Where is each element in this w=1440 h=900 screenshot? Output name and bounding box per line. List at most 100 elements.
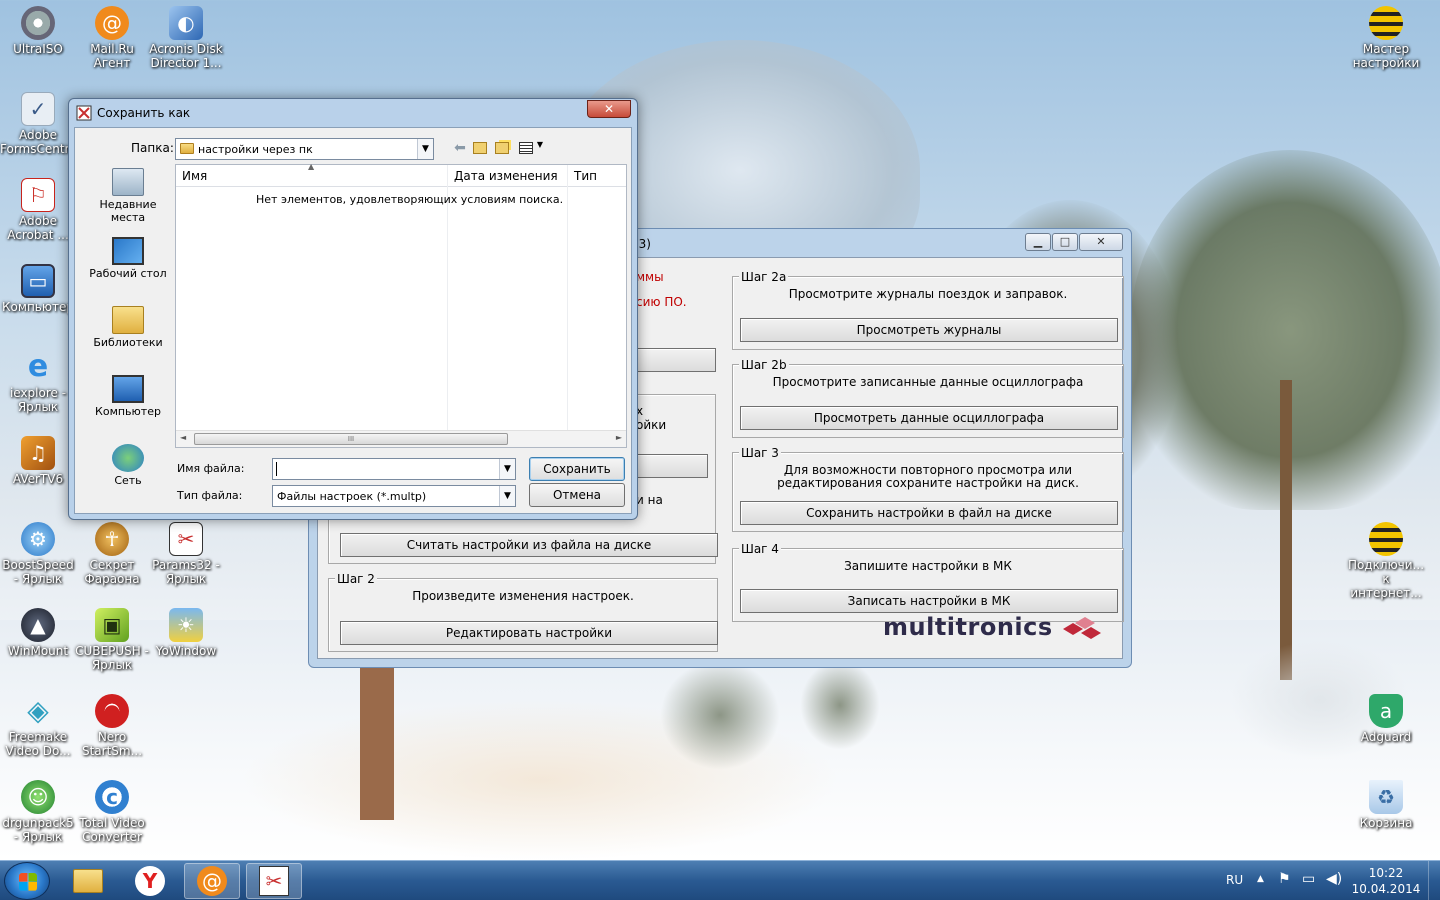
- file-list-header: Имя ▲ Дата изменения Тип: [176, 162, 626, 187]
- volume-icon[interactable]: ◀): [1326, 871, 1342, 887]
- internet-explorer-icon: e: [27, 349, 49, 384]
- taskbar-explorer[interactable]: [60, 863, 116, 899]
- column-type[interactable]: Тип: [574, 169, 597, 183]
- desktop-icon-iexplore[interactable]: e iexplore - Ярлык: [0, 349, 76, 415]
- taskbar-mailru-agent[interactable]: @: [184, 863, 240, 899]
- folder-label: Папка:: [131, 141, 174, 155]
- multitronics-logo: multitronics: [883, 613, 1053, 641]
- desktop-icon-adobe-acrobat[interactable]: ⚐ Adobe Acrobat ...: [0, 178, 76, 242]
- winmount-icon: ▲: [21, 608, 55, 642]
- desktop-icon-beeline-connect[interactable]: Подключи... к интернет...: [1348, 522, 1424, 600]
- filetype-label: Тип файла:: [177, 489, 243, 502]
- filetype-select[interactable]: Файлы настроек (*.multp) ▼: [272, 485, 516, 507]
- folder-icon: [73, 869, 103, 893]
- action-center-flag-icon[interactable]: ⚑: [1278, 871, 1291, 887]
- write-settings-to-mk-button[interactable]: Записать настройки в МК: [740, 589, 1118, 613]
- desktop-icon-recycle-bin[interactable]: ♻ Корзина: [1348, 780, 1424, 830]
- desktop-icon-pharaoh[interactable]: ☥ Секрет Фараона: [74, 522, 150, 586]
- chevron-down-icon: ▼: [417, 139, 433, 159]
- place-libraries[interactable]: Библиотеки: [83, 306, 173, 371]
- desktop-icon-mailru-agent[interactable]: @ Mail.Ru Агент: [74, 6, 150, 70]
- horizontal-scrollbar[interactable]: ◄ III ►: [176, 430, 626, 447]
- step0-partial-button[interactable]: [636, 348, 716, 372]
- step1-warning-line1: ммы: [636, 270, 664, 284]
- step2a-title: Шаг 2a: [739, 270, 789, 284]
- desktop-icon-boostspeed[interactable]: ⚙ BoostSpeed - Ярлык: [0, 522, 76, 586]
- minimize-button[interactable]: ▁: [1025, 233, 1051, 251]
- filename-input[interactable]: ▼: [272, 458, 516, 480]
- show-hidden-icons-button[interactable]: ▲: [1257, 874, 1264, 884]
- clock-date: 10.04.2014: [1351, 882, 1421, 896]
- column-name[interactable]: Имя: [182, 169, 207, 183]
- desktop-icon-computer[interactable]: ▭ Компьютер: [0, 264, 76, 314]
- yowindow-icon: ☀: [169, 608, 203, 642]
- network-status-icon[interactable]: ▭: [1302, 871, 1315, 887]
- save-settings-to-file-button[interactable]: Сохранить настройки в файл на диске: [740, 501, 1118, 525]
- place-network[interactable]: Сеть: [83, 444, 173, 509]
- desktop-icon-freemake[interactable]: ◈ Freemake Video Do...: [0, 694, 76, 759]
- save-as-dialog: Сохранить как ✕ Папка: настройки через п…: [68, 98, 638, 520]
- minimize-icon: ▁: [1033, 235, 1043, 248]
- view-menu-button[interactable]: ▼: [519, 140, 547, 158]
- folder-combo-value: настройки через пк: [198, 143, 313, 156]
- taskbar-yandex[interactable]: Y: [122, 863, 178, 899]
- desktop-icon-adguard[interactable]: a Adguard: [1348, 694, 1424, 744]
- back-button[interactable]: ⬅: [451, 140, 469, 158]
- view-oscilloscope-button[interactable]: Просмотреть данные осциллографа: [740, 406, 1118, 430]
- place-desktop[interactable]: Рабочий стол: [83, 237, 173, 302]
- desktop-icon-avertv[interactable]: ♫ AVerTV6: [0, 436, 76, 486]
- desktop-icon-drgunpack[interactable]: ☺ drgunpack5 - Ярлык: [0, 780, 76, 844]
- dialog-title: Сохранить как: [97, 106, 191, 120]
- new-folder-button[interactable]: [495, 140, 513, 158]
- step2-text: Произведите изменения настроек.: [412, 589, 634, 603]
- view-logs-button[interactable]: Просмотреть журналы: [740, 318, 1118, 342]
- step1-partial-button[interactable]: [636, 454, 708, 478]
- start-button[interactable]: [4, 862, 50, 900]
- dialog-close-button[interactable]: ✕: [587, 100, 631, 118]
- column-date-modified[interactable]: Дата изменения: [454, 169, 558, 183]
- step1-warning-line2: сию ПО.: [636, 295, 687, 309]
- show-desktop-button[interactable]: [1428, 861, 1440, 900]
- adobe-formscentral-icon: ✓: [21, 92, 55, 126]
- language-indicator[interactable]: RU: [1226, 873, 1243, 887]
- desktop-icon-acronis[interactable]: ◐ Acronis Disk Director 1...: [148, 6, 224, 70]
- computer-icon: [112, 375, 144, 403]
- desktop-icon-adobe-formscentral[interactable]: ✓ Adobe FormsCentr...: [0, 92, 80, 156]
- recent-places-icon: [112, 168, 144, 196]
- maximize-button[interactable]: □: [1052, 233, 1078, 251]
- new-folder-icon: [495, 142, 509, 154]
- libraries-icon: [112, 306, 144, 334]
- edit-settings-button[interactable]: Редактировать настройки: [340, 621, 718, 645]
- windows-logo-icon: [19, 873, 37, 891]
- desktop-icon-winmount[interactable]: ▲ WinMount: [0, 608, 76, 658]
- folder-combo[interactable]: настройки через пк ▼: [175, 138, 434, 160]
- cancel-button[interactable]: Отмена: [529, 483, 625, 507]
- clock-time: 10:22: [1368, 866, 1404, 880]
- place-recent[interactable]: Недавние места: [83, 168, 173, 233]
- up-folder-button[interactable]: [473, 140, 491, 158]
- adobe-acrobat-icon: ⚐: [21, 178, 55, 212]
- desktop-icon-yowindow[interactable]: ☀ YoWindow: [148, 608, 224, 658]
- desktop-icon-total-video-converter[interactable]: c Total Video Converter: [74, 780, 150, 844]
- clock[interactable]: 10:22 10.04.2014: [1350, 865, 1422, 897]
- save-button[interactable]: Сохранить: [529, 457, 625, 481]
- sort-indicator-icon: ▲: [308, 162, 315, 171]
- desktop-icon-params32[interactable]: ✂ Params32 - Ярлык: [148, 522, 224, 586]
- place-computer[interactable]: Компьютер: [83, 375, 173, 440]
- step1-text-line3: и на: [636, 493, 663, 507]
- cubepush-icon: ▣: [95, 608, 129, 642]
- desktop-icon-beeline-wizard[interactable]: Мастер настройки: [1348, 6, 1424, 70]
- scroll-thumb[interactable]: III: [194, 433, 508, 445]
- text-cursor: [276, 462, 277, 476]
- mailru-agent-icon: @: [95, 6, 129, 40]
- desktop-icon-cubepush[interactable]: ▣ CUBEPUSH - Ярлык: [74, 608, 150, 672]
- file-list[interactable]: Имя ▲ Дата изменения Тип Нет элементов, …: [175, 162, 627, 448]
- close-button[interactable]: ✕: [1079, 233, 1123, 251]
- places-bar: Недавние места Рабочий стол Библиотеки К…: [83, 164, 173, 509]
- taskbar-params32[interactable]: ✂: [246, 863, 302, 899]
- ultraiso-icon: [21, 6, 55, 40]
- beeline-connect-icon: [1369, 522, 1403, 556]
- desktop-icon-nero[interactable]: ● Nero StartSm...: [74, 694, 150, 758]
- read-settings-from-file-button[interactable]: Считать настройки из файла на диске: [340, 533, 718, 557]
- desktop-icon-ultraiso[interactable]: UltraISO: [0, 6, 76, 56]
